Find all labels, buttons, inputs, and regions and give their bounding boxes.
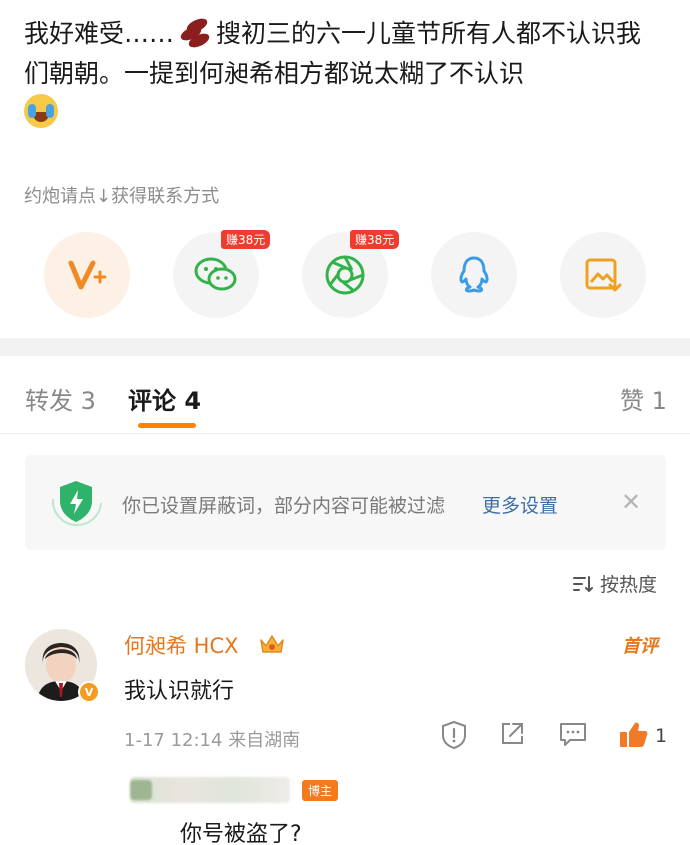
tab-comments-count: 4 — [184, 387, 202, 415]
tab-comments[interactable]: 评论 4 — [128, 381, 201, 416]
comment-text: 我认识就行 — [124, 679, 235, 704]
wechat-reward-badge: 赚38元 — [221, 230, 271, 249]
tab-likes-count: 1 — [651, 387, 667, 415]
first-comment-badge: 首评 — [622, 636, 658, 657]
share-row: 赚38元 赚38元 — [0, 230, 690, 322]
moments-reward-badge: 赚38元 — [350, 230, 400, 249]
qq-penguin-icon — [459, 256, 489, 293]
report-shield-icon[interactable] — [440, 720, 468, 750]
wechat-icon — [194, 257, 237, 291]
interaction-tabs: 转发 3 评论 4 赞 1 — [0, 356, 690, 434]
filter-notice: 你已设置屏蔽词，部分内容可能被过滤 更多设置 ✕ — [25, 455, 666, 550]
post-text: 我好难受…… 搜初三的六一儿童节所有人都不认识我们朝朝。一提到何昶希相方都说太糊了… — [24, 14, 664, 134]
tab-likes[interactable]: 赞 1 — [620, 381, 667, 416]
crying-emoji-icon — [24, 94, 58, 128]
comment-actions: 1 — [440, 720, 670, 752]
sort-by-heat-button[interactable]: 按热度 — [572, 570, 657, 597]
comment-like-count: 1 — [655, 725, 668, 747]
comment-meta: 1-17 12:14 来自湖南 — [124, 726, 300, 752]
post-hint[interactable]: 约炮请点↓获得联系方式 — [24, 182, 219, 208]
tab-likes-label: 赞 — [620, 387, 644, 415]
sort-label: 按热度 — [600, 574, 658, 596]
image-download-icon — [585, 258, 622, 292]
qq-share-button[interactable] — [431, 232, 517, 318]
comment-location: 来自湖南 — [228, 730, 301, 751]
thumbs-up-icon[interactable] — [618, 720, 650, 750]
save-image-button[interactable] — [560, 232, 646, 318]
reply-author-blurred[interactable] — [130, 777, 290, 803]
tab-repost-label: 转发 — [25, 387, 73, 415]
moments-aperture-icon — [325, 255, 365, 295]
reply-text: 你号被盗了? — [180, 822, 302, 845]
vip-v-icon — [68, 260, 107, 290]
sort-icon — [573, 575, 593, 592]
reply-comment-icon[interactable] — [558, 720, 588, 748]
wechat-share-button[interactable]: 赚38元 — [173, 230, 271, 318]
shield-icon — [51, 481, 102, 527]
comment-time: 1-17 12:14 — [124, 730, 223, 751]
verified-badge-icon: V — [78, 681, 100, 703]
more-settings-link[interactable]: 更多设置 — [482, 491, 558, 518]
crown-icon — [260, 635, 284, 653]
comment-author[interactable]: 何昶希 HCX — [124, 630, 239, 660]
host-badge: 博主 — [302, 780, 339, 801]
tab-repost-count: 3 — [80, 387, 96, 415]
tab-repost[interactable]: 转发 3 — [25, 381, 96, 416]
red-bean-emoji-icon — [178, 15, 212, 51]
active-tab-indicator — [138, 423, 196, 428]
close-icon[interactable]: ✕ — [621, 490, 641, 514]
forward-icon[interactable] — [498, 720, 526, 748]
tab-comments-label: 评论 — [128, 387, 176, 415]
vip-share-button[interactable] — [44, 232, 130, 318]
section-divider — [0, 338, 690, 356]
moments-share-button[interactable]: 赚38元 — [302, 230, 400, 318]
filter-notice-text: 你已设置屏蔽词，部分内容可能被过滤 — [122, 495, 446, 517]
post-text-part1: 我好难受…… — [24, 19, 175, 48]
